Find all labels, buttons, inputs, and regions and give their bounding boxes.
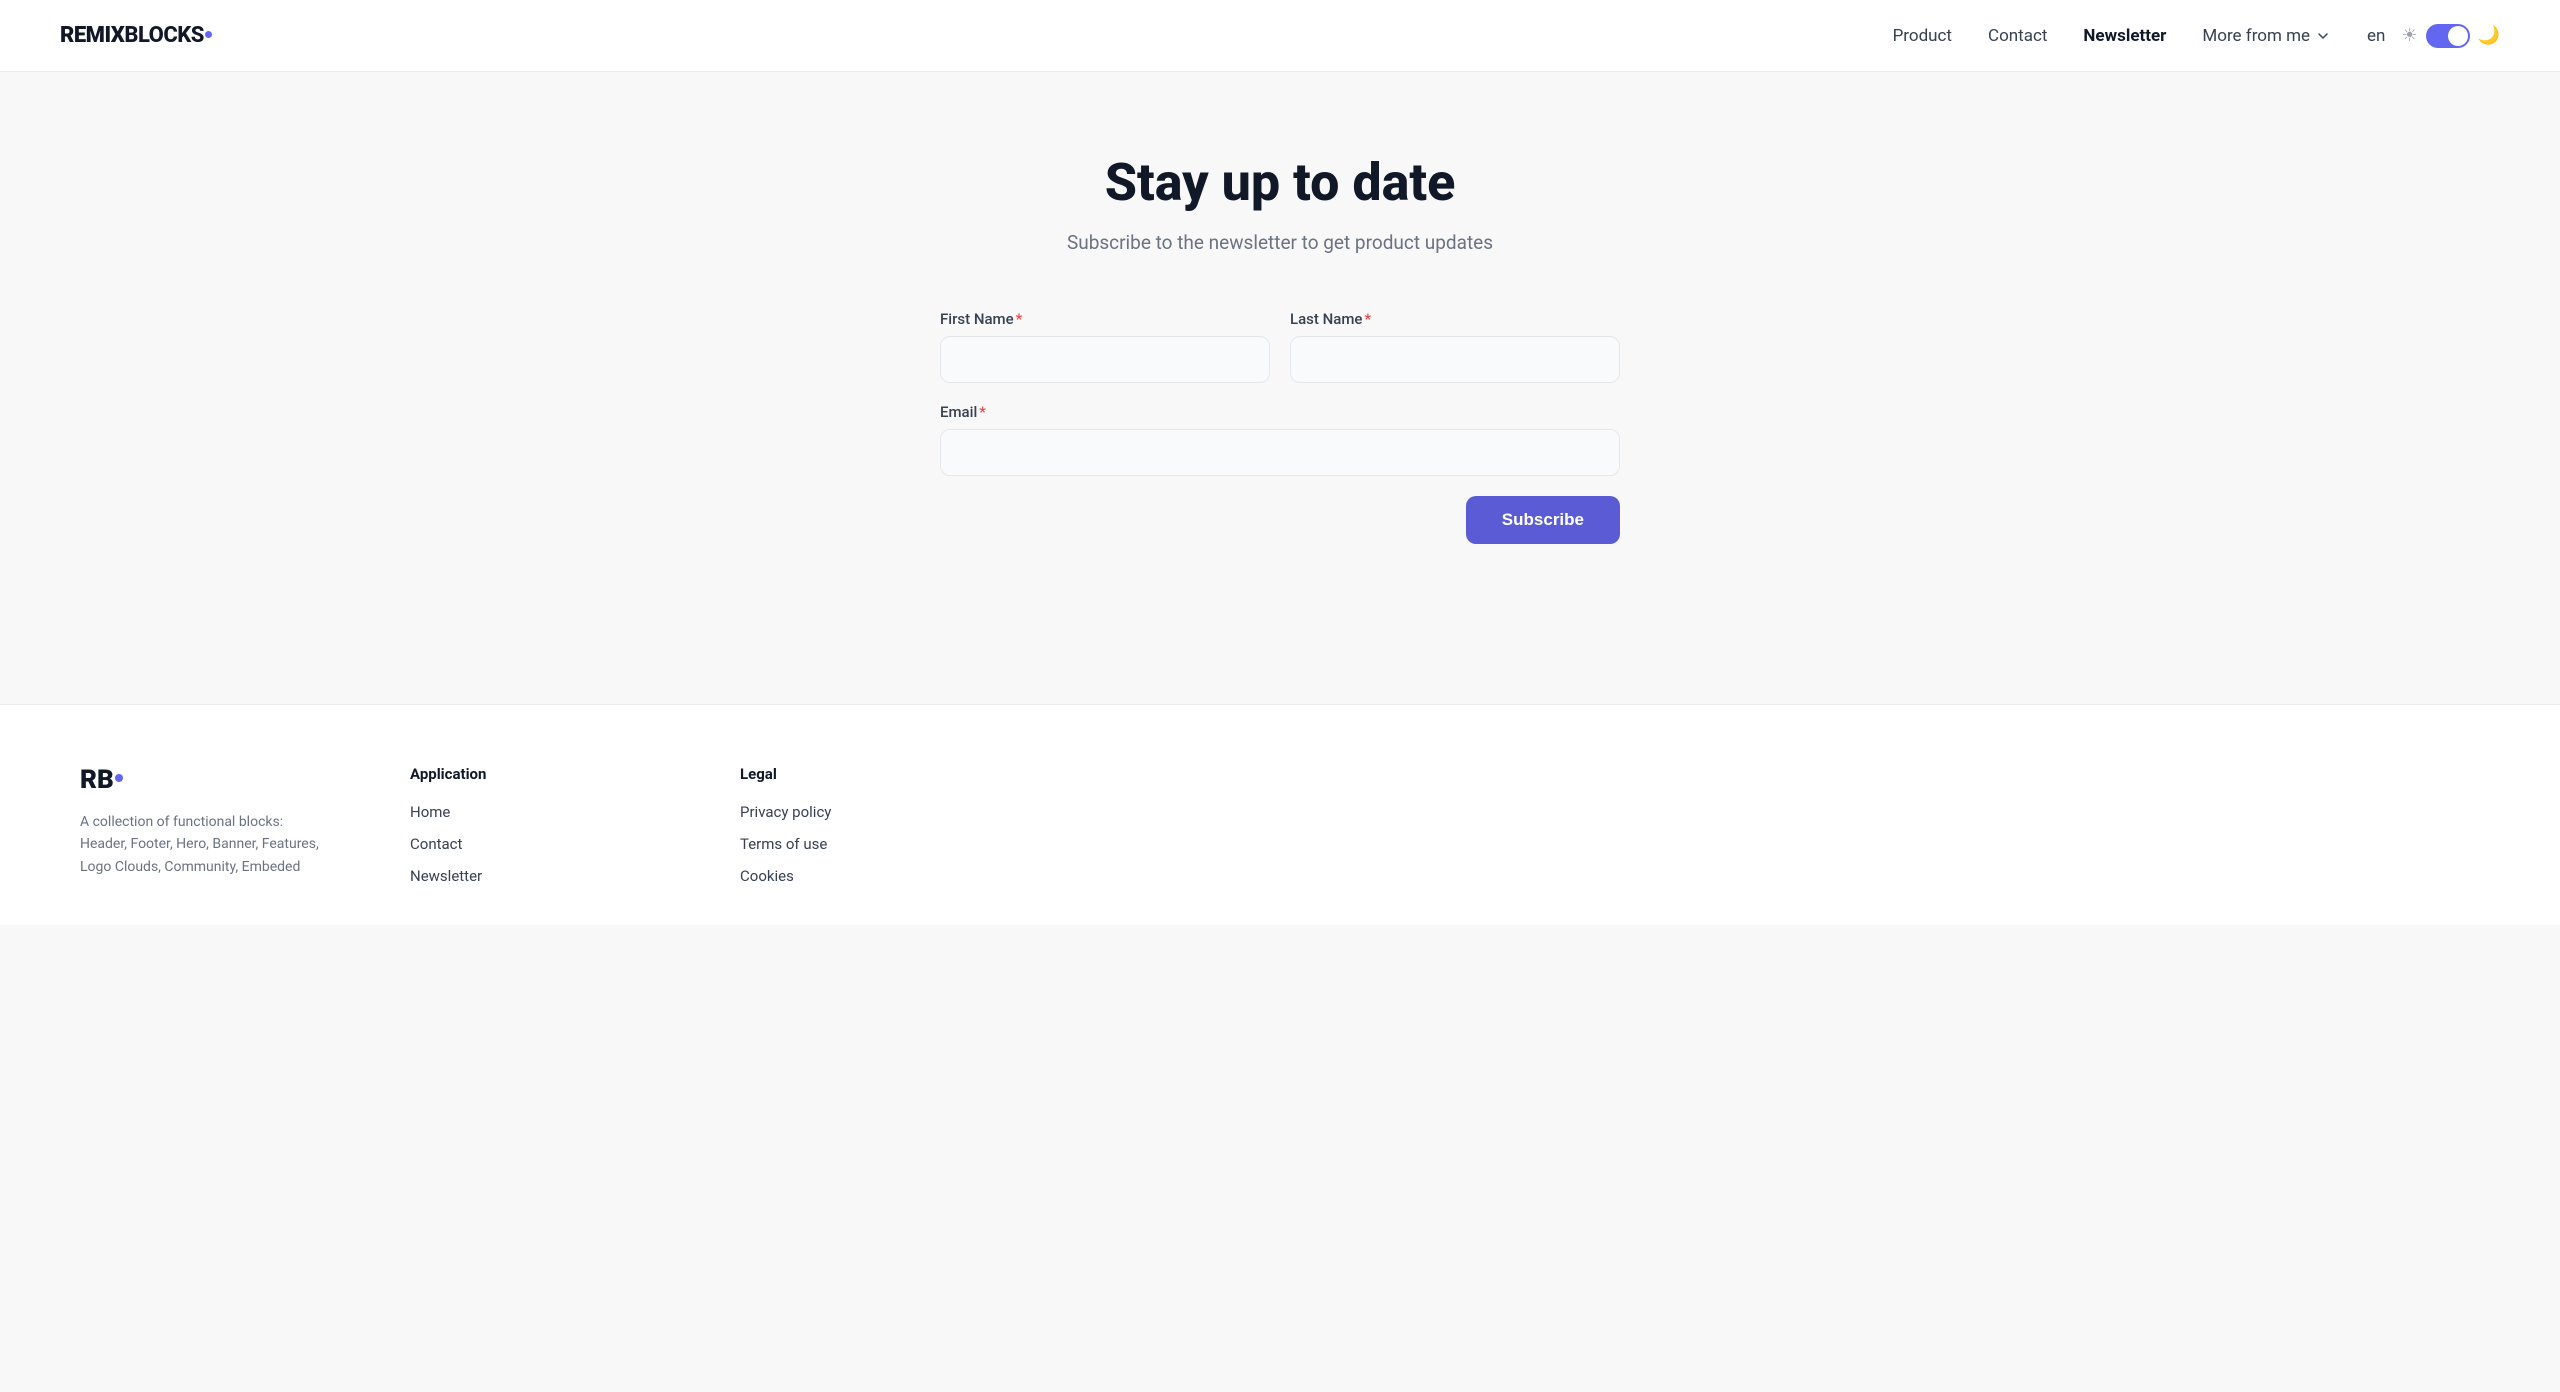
nav-right: en ☀ 🌙 [2367,24,2500,48]
first-name-required: * [1016,310,1023,328]
nav-more-label: More from me [2202,26,2310,46]
form-actions: Subscribe [940,496,1620,544]
last-name-required: * [1364,310,1371,328]
sun-icon: ☀ [2401,25,2417,46]
nav-product[interactable]: Product [1893,26,1952,46]
footer-logo: RB [80,765,370,795]
page-title: Stay up to date [1105,152,1456,213]
footer-legal-section: Legal Privacy policy Terms of use Cookie… [740,765,1030,885]
footer-link-cookies[interactable]: Cookies [740,867,1030,885]
footer-description: A collection of functional blocks: Heade… [80,811,320,878]
footer-legal-links: Privacy policy Terms of use Cookies [740,803,1030,885]
nav-links: Product Contact Newsletter More from me [1893,26,2331,46]
footer-empty-col [1070,765,1360,885]
email-group: Email* [940,403,1620,476]
footer-application-title: Application [410,765,700,783]
toggle-knob [2448,26,2468,46]
last-name-input[interactable] [1290,336,1620,383]
subscribe-button[interactable]: Subscribe [1466,496,1620,544]
moon-icon: 🌙 [2478,25,2500,46]
footer-grid: RB A collection of functional blocks: He… [80,765,1360,885]
footer-link-privacy[interactable]: Privacy policy [740,803,1030,821]
footer-brand: RB A collection of functional blocks: He… [80,765,370,885]
name-row: First Name* Last Name* [940,310,1620,383]
email-label: Email* [940,403,1620,421]
footer-logo-dot [115,774,123,782]
newsletter-form: First Name* Last Name* Email* Subscribe [940,310,1620,544]
logo-text: REMIXBLOCKS [60,23,212,48]
theme-toggle: ☀ 🌙 [2401,24,2500,48]
footer: RB A collection of functional blocks: He… [0,704,2560,925]
logo-dot [205,31,212,38]
first-name-label: First Name* [940,310,1270,328]
footer-application-links: Home Contact Newsletter [410,803,700,885]
email-required: * [979,403,986,421]
logo[interactable]: REMIXBLOCKS [60,23,212,48]
footer-link-newsletter[interactable]: Newsletter [410,867,700,885]
footer-application-section: Application Home Contact Newsletter [410,765,700,885]
chevron-down-icon [2315,28,2331,44]
language-button[interactable]: en [2367,26,2385,46]
last-name-group: Last Name* [1290,310,1620,383]
navbar: REMIXBLOCKS Product Contact Newsletter M… [0,0,2560,72]
email-input[interactable] [940,429,1620,476]
footer-link-terms[interactable]: Terms of use [740,835,1030,853]
nav-contact[interactable]: Contact [1988,26,2047,46]
dark-mode-toggle[interactable] [2426,24,2470,48]
nav-newsletter[interactable]: Newsletter [2083,26,2166,46]
last-name-label: Last Name* [1290,310,1620,328]
footer-link-home[interactable]: Home [410,803,700,821]
nav-more-dropdown[interactable]: More from me [2202,26,2331,46]
page-subtitle: Subscribe to the newsletter to get produ… [1067,231,1493,254]
footer-legal-title: Legal [740,765,1030,783]
first-name-input[interactable] [940,336,1270,383]
main-content: Stay up to date Subscribe to the newslet… [0,72,2560,604]
first-name-group: First Name* [940,310,1270,383]
footer-link-contact[interactable]: Contact [410,835,700,853]
